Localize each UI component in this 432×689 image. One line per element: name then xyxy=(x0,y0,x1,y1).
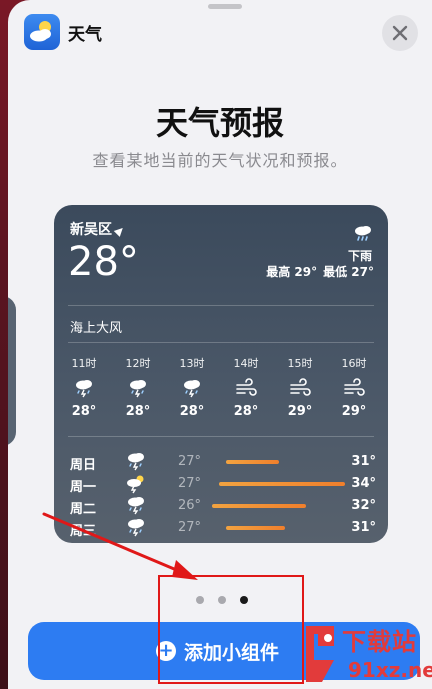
day-low-temp: 27° xyxy=(178,454,202,469)
hour-temp: 28° xyxy=(125,404,151,419)
daily-row: 周二 26° 32° xyxy=(70,495,376,517)
rain-icon xyxy=(355,226,371,241)
day-low-temp: 27° xyxy=(178,520,202,535)
temp-range-bar xyxy=(226,460,280,464)
hour-time: 12时 xyxy=(125,357,151,370)
weather-app-icon xyxy=(24,14,60,50)
wind-icon xyxy=(236,378,257,396)
wind-icon xyxy=(344,378,365,396)
app-name: 天气 xyxy=(68,25,102,45)
day-high-temp: 32° xyxy=(351,498,376,513)
day-low-temp: 27° xyxy=(178,476,202,491)
daily-row: 周一 27° 34° xyxy=(70,473,376,495)
wind-icon xyxy=(290,378,311,396)
day-name: 周一 xyxy=(70,480,97,495)
day-low-temp: 26° xyxy=(178,498,202,513)
day-high-temp: 31° xyxy=(351,520,376,535)
hour-temp: 28° xyxy=(71,404,97,419)
divider xyxy=(68,342,374,343)
location-arrow-icon: ▲ xyxy=(112,222,128,239)
previous-widget-preview[interactable] xyxy=(8,296,16,446)
divider xyxy=(68,436,374,437)
thunderstorm-icon xyxy=(76,380,92,398)
day-high-temp: 34° xyxy=(351,476,376,491)
sun-thunder-icon xyxy=(127,475,144,494)
hourly-item: 14时 28° xyxy=(226,355,266,419)
hour-time: 11时 xyxy=(71,357,97,370)
location-name: 新吴区 xyxy=(70,222,112,238)
hour-temp: 29° xyxy=(341,404,367,419)
page-title: 天气预报 xyxy=(155,104,284,142)
thunderstorm-icon xyxy=(128,497,144,515)
divider xyxy=(68,305,374,306)
current-temperature: 28° xyxy=(68,239,139,285)
thunderstorm-icon xyxy=(184,380,200,398)
location-label: 新吴区▲ xyxy=(70,219,128,239)
temp-range-track xyxy=(212,504,352,508)
daily-row: 周日 27° 31° xyxy=(70,451,376,473)
site-watermark: 下载站 91xz.net xyxy=(300,620,432,689)
watermark-domain: 91xz.net xyxy=(348,658,432,682)
hourly-item: 12时 28° xyxy=(118,355,158,419)
weather-alert: 海上大风 xyxy=(70,321,123,336)
watermark-logo-icon xyxy=(306,626,334,682)
temp-range-bar xyxy=(226,526,285,530)
thunderstorm-icon xyxy=(130,380,146,398)
temp-range-bar xyxy=(219,482,345,486)
temp-range-track xyxy=(212,526,352,530)
thunderstorm-icon xyxy=(128,453,144,471)
hour-time: 15时 xyxy=(287,357,313,370)
hour-temp: 28° xyxy=(233,404,259,419)
hourly-item: 11时 28° xyxy=(64,355,104,419)
hour-temp: 28° xyxy=(179,404,205,419)
condition-label: 下雨 xyxy=(347,249,372,263)
low-temp: 最低 27° xyxy=(323,265,374,279)
hour-time: 13时 xyxy=(179,357,205,370)
high-low-label: 最高 29° 最低 27° xyxy=(266,263,374,280)
hour-time: 16时 xyxy=(341,357,367,370)
weather-widget-preview[interactable]: 新吴区▲ 28° 下雨 最高 29° 最低 27° 海上大风 11时 28° 12时 2… xyxy=(54,205,388,543)
temp-range-track xyxy=(212,482,352,486)
sheet-grabber[interactable] xyxy=(208,4,242,9)
day-name: 周二 xyxy=(70,502,97,517)
close-button[interactable] xyxy=(382,15,418,51)
day-name: 周日 xyxy=(70,458,97,473)
daily-row: 周三 27° 31° xyxy=(70,517,376,539)
temp-range-track xyxy=(212,460,352,464)
page-subtitle: 查看某地当前的天气状况和预报。 xyxy=(92,151,348,170)
day-high-temp: 31° xyxy=(351,454,376,469)
day-name: 周三 xyxy=(70,524,97,539)
watermark-text: 下载站 xyxy=(342,628,417,656)
annotation-highlight-box xyxy=(158,575,304,684)
hour-time: 14时 xyxy=(233,357,259,370)
hour-temp: 29° xyxy=(287,404,313,419)
hourly-item: 13时 28° xyxy=(172,355,212,419)
hourly-item: 16时 29° xyxy=(334,355,374,419)
high-temp: 最高 29° xyxy=(266,265,318,279)
thunderstorm-icon xyxy=(128,519,144,537)
hourly-item: 15时 29° xyxy=(280,355,320,419)
temp-range-bar xyxy=(212,504,306,508)
close-icon xyxy=(392,25,408,41)
